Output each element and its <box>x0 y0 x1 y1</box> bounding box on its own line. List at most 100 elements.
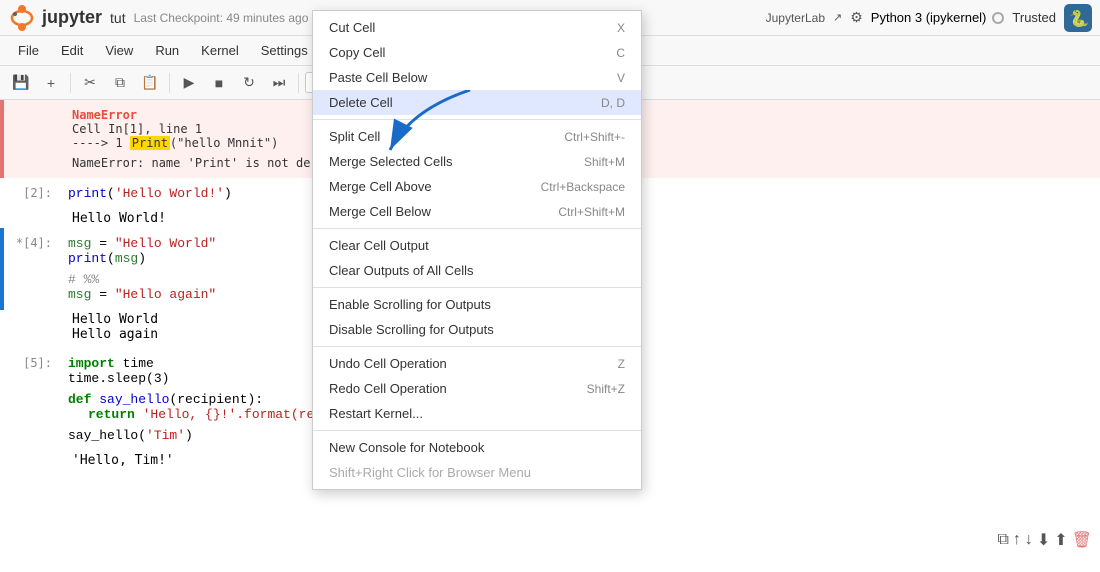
move-down-btn[interactable]: ↓ <box>1025 531 1033 549</box>
top-right-area: JupyterLab ↗ ⚙ Python 3 (ipykernel) Trus… <box>766 4 1092 32</box>
ctx-new-console-label: New Console for Notebook <box>329 440 484 455</box>
toolbar-separator-2 <box>169 73 170 93</box>
add-cell-button[interactable]: + <box>38 70 64 96</box>
ctx-cut-shortcut: X <box>617 21 625 35</box>
ctx-split-cell[interactable]: Split Cell Ctrl+Shift+- <box>313 124 641 149</box>
kernel-name-label: Python 3 (ipykernel) <box>871 10 987 25</box>
menu-edit[interactable]: Edit <box>51 41 93 60</box>
ctx-disable-scroll-label: Disable Scrolling for Outputs <box>329 322 494 337</box>
menu-run[interactable]: Run <box>145 41 189 60</box>
menu-file[interactable]: File <box>8 41 49 60</box>
error-message: NameError: name 'Print' is not de... <box>72 156 332 170</box>
fn-say-hello: say_hello <box>99 392 169 407</box>
restart-run-all-button[interactable]: ⏭ <box>266 70 292 96</box>
external-link-icon: ↗ <box>833 11 842 24</box>
kernel-info: Python 3 (ipykernel) <box>871 10 1005 25</box>
app-title: jupyter <box>42 7 102 28</box>
ctx-delete-cell[interactable]: Delete Cell D, D <box>313 90 641 115</box>
highlight-print: Print <box>130 136 170 150</box>
ctx-undo-cell[interactable]: Undo Cell Operation Z <box>313 351 641 376</box>
interrupt-kernel-button[interactable]: ■ <box>206 70 232 96</box>
fn-print: print <box>68 251 107 266</box>
cell-2-label: [2]: <box>0 182 60 200</box>
delete-cell-toolbar-btn[interactable]: 🗑 <box>1072 530 1092 550</box>
save-button[interactable]: 💾 <box>8 70 34 96</box>
svg-text:🐍: 🐍 <box>1069 9 1089 28</box>
ctx-new-console[interactable]: New Console for Notebook <box>313 435 641 460</box>
ctx-browser-hint-label: Shift+Right Click for Browser Menu <box>329 465 531 480</box>
ctx-merge-selected-shortcut: Shift+M <box>584 155 625 169</box>
ctx-paste-cell[interactable]: Paste Cell Below V <box>313 65 641 90</box>
var-msg3: msg <box>68 287 91 302</box>
settings-icon[interactable]: ⚙ <box>850 9 863 26</box>
ctx-separator-5 <box>313 430 641 431</box>
cell-5-label: [5]: <box>0 352 60 370</box>
ctx-merge-below[interactable]: Merge Cell Below Ctrl+Shift+M <box>313 199 641 224</box>
cell-4-label: *[4]: <box>0 232 60 250</box>
str-ha: "Hello again" <box>115 287 216 302</box>
toolbar-separator-3 <box>298 73 299 93</box>
kw-def: def <box>68 392 91 407</box>
ctx-paste-label: Paste Cell Below <box>329 70 427 85</box>
ctx-separator-3 <box>313 287 641 288</box>
add-below-btn[interactable]: ⬆ <box>1054 530 1067 550</box>
str-tim: 'Tim' <box>146 428 185 443</box>
ctx-merge-selected[interactable]: Merge Selected Cells Shift+M <box>313 149 641 174</box>
code-string-hw: 'Hello World!' <box>115 186 224 201</box>
copy-cell-toolbar-btn[interactable]: ⧉ <box>997 531 1008 549</box>
ctx-cut-cell[interactable]: Cut Cell X <box>313 15 641 40</box>
ctx-clear-all-label: Clear Outputs of All Cells <box>329 263 474 278</box>
ctx-separator-2 <box>313 228 641 229</box>
ctx-split-label: Split Cell <box>329 129 380 144</box>
error-location: Cell In[1], line 1 <box>72 122 332 136</box>
context-menu: Cut Cell X Copy Cell C Paste Cell Below … <box>312 10 642 490</box>
restart-kernel-button[interactable]: ↻ <box>236 70 262 96</box>
notebook-name[interactable]: tut <box>110 10 126 26</box>
jupyter-logo-icon <box>8 4 36 32</box>
paste-cell-button[interactable]: 📋 <box>137 70 163 96</box>
kw-import: import <box>68 356 115 371</box>
ctx-restart-kernel[interactable]: Restart Kernel... <box>313 401 641 426</box>
menu-view[interactable]: View <box>95 41 143 60</box>
ctx-copy-shortcut: C <box>616 46 625 60</box>
checkpoint-info: Last Checkpoint: 49 minutes ago <box>134 11 309 25</box>
kw-return: return <box>88 407 135 422</box>
jupyter-logo: jupyter <box>8 4 102 32</box>
ctx-copy-label: Copy Cell <box>329 45 385 60</box>
ctx-merge-below-shortcut: Ctrl+Shift+M <box>558 205 625 219</box>
ctx-clear-all-outputs[interactable]: Clear Outputs of All Cells <box>313 258 641 283</box>
ctx-split-shortcut: Ctrl+Shift+- <box>564 130 625 144</box>
python-icon: 🐍 <box>1064 4 1092 32</box>
ctx-disable-scrolling[interactable]: Disable Scrolling for Outputs <box>313 317 641 342</box>
ctx-copy-cell[interactable]: Copy Cell C <box>313 40 641 65</box>
run-cell-button[interactable]: ▶ <box>176 70 202 96</box>
jupyterlab-link[interactable]: JupyterLab <box>766 11 825 25</box>
toolbar-separator-1 <box>70 73 71 93</box>
comment-text: # %% <box>68 272 99 287</box>
menu-settings[interactable]: Settings <box>251 41 318 60</box>
ctx-enable-scrolling[interactable]: Enable Scrolling for Outputs <box>313 292 641 317</box>
ctx-delete-shortcut: D, D <box>601 96 625 110</box>
ctx-cut-label: Cut Cell <box>329 20 375 35</box>
active-cell-indicator <box>0 228 4 310</box>
cut-cell-button[interactable]: ✂ <box>77 70 103 96</box>
ctx-merge-below-label: Merge Cell Below <box>329 204 431 219</box>
ctx-merge-above-shortcut: Ctrl+Backspace <box>541 180 625 194</box>
cell-label-error <box>4 104 64 174</box>
code-print: print <box>68 186 107 201</box>
download-btn[interactable]: ⬇ <box>1037 530 1050 550</box>
ctx-redo-cell[interactable]: Redo Cell Operation Shift+Z <box>313 376 641 401</box>
move-up-btn[interactable]: ↑ <box>1013 531 1021 549</box>
str-hw: "Hello World" <box>115 236 216 251</box>
copy-cell-button[interactable]: ⧉ <box>107 70 133 96</box>
ctx-undo-shortcut: Z <box>618 357 625 371</box>
ctx-redo-shortcut: Shift+Z <box>587 382 625 396</box>
ctx-browser-menu-hint: Shift+Right Click for Browser Menu <box>313 460 641 485</box>
ctx-clear-output-label: Clear Cell Output <box>329 238 429 253</box>
ctx-restart-label: Restart Kernel... <box>329 406 423 421</box>
ctx-redo-label: Redo Cell Operation <box>329 381 447 396</box>
ctx-clear-output[interactable]: Clear Cell Output <box>313 233 641 258</box>
ctx-merge-above[interactable]: Merge Cell Above Ctrl+Backspace <box>313 174 641 199</box>
menu-kernel[interactable]: Kernel <box>191 41 249 60</box>
var-msg2: msg <box>115 251 138 266</box>
